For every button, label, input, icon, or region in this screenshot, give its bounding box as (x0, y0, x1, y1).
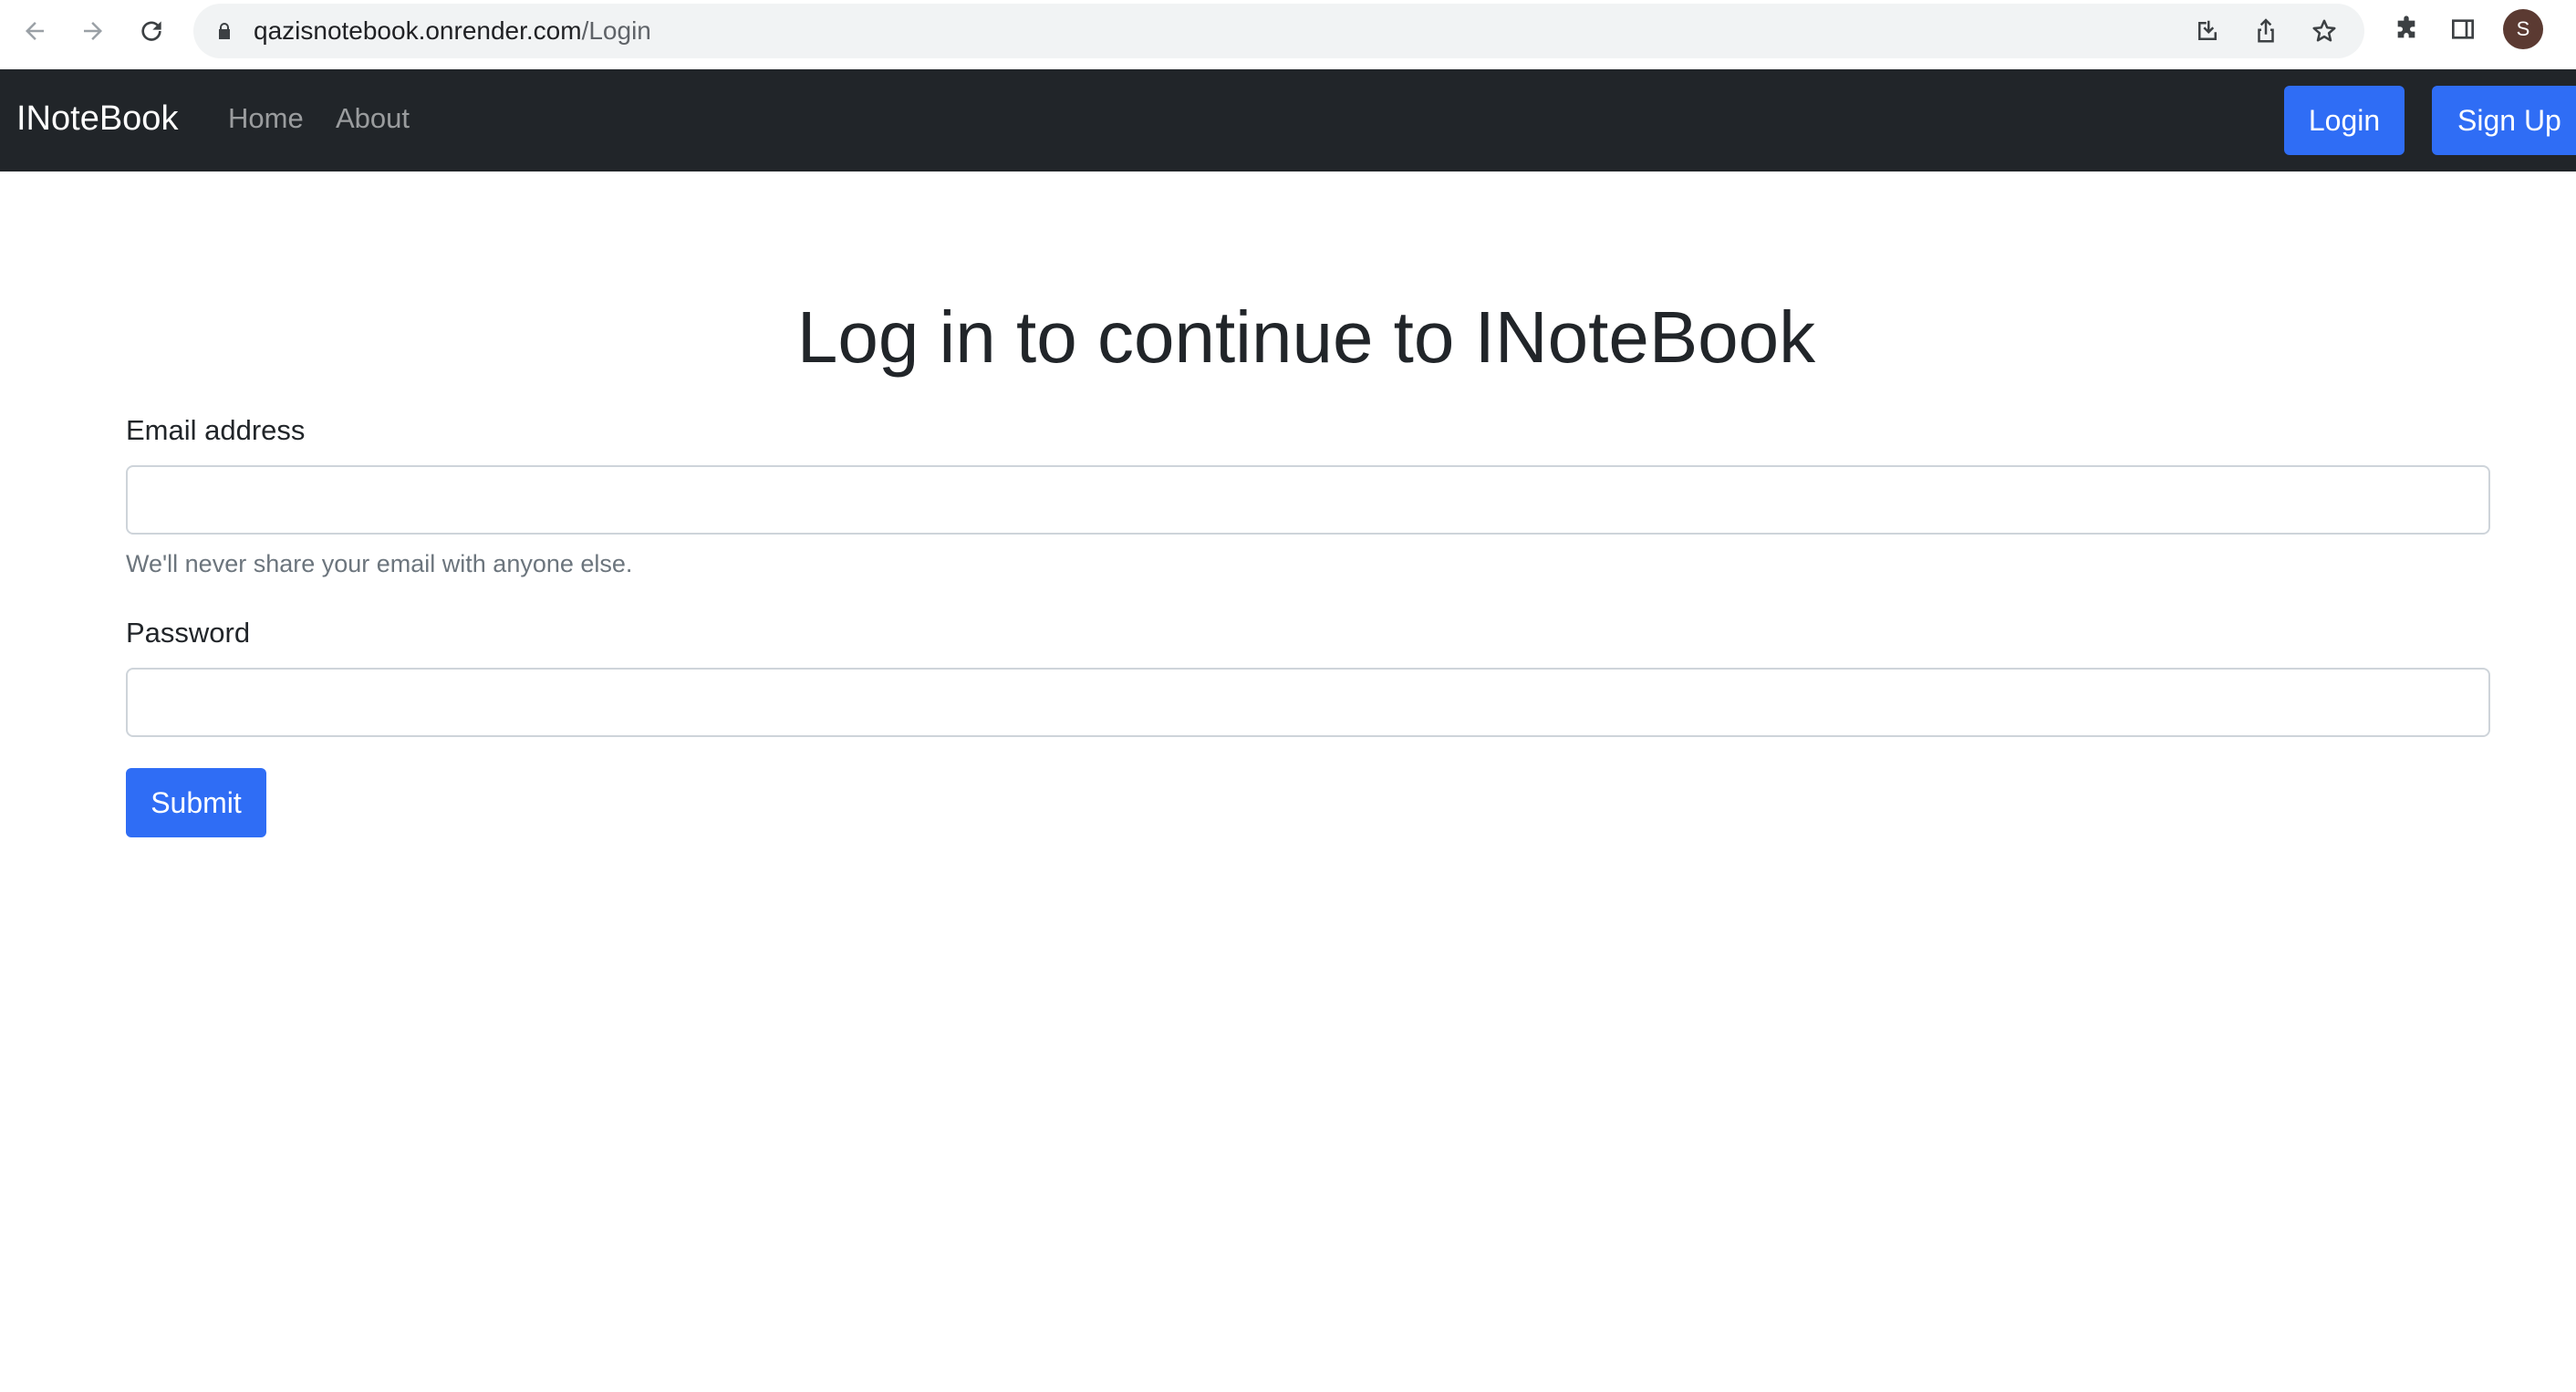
browser-toolbar: qazisnotebook.onrender.com/Login S (0, 0, 2576, 69)
email-field[interactable] (126, 465, 2490, 535)
star-icon[interactable] (2308, 15, 2341, 47)
email-label: Email address (126, 414, 306, 446)
signup-button[interactable]: Sign Up (2432, 86, 2576, 155)
side-panel-icon[interactable] (2445, 11, 2481, 47)
address-bar[interactable]: qazisnotebook.onrender.com/Login (193, 4, 2364, 58)
url-text: qazisnotebook.onrender.com/Login (254, 16, 651, 46)
nav-link-about[interactable]: About (336, 99, 410, 139)
nav-link-home[interactable]: Home (228, 99, 304, 139)
url-host: qazisnotebook.onrender.com (254, 16, 582, 45)
email-help-text: We'll never share your email with anyone… (126, 550, 633, 577)
reload-icon[interactable] (133, 13, 170, 49)
url-path: /Login (581, 16, 651, 45)
install-icon[interactable] (2191, 15, 2224, 47)
brand-link[interactable]: INoteBook (16, 97, 178, 140)
back-arrow-icon[interactable] (16, 13, 53, 49)
password-label: Password (126, 617, 251, 649)
forward-arrow-icon[interactable] (75, 13, 111, 49)
page-title: Log in to continue to INoteBook (796, 296, 1816, 378)
profile-avatar[interactable]: S (2503, 9, 2543, 49)
password-field[interactable] (126, 668, 2490, 737)
extensions-icon[interactable] (2388, 11, 2425, 47)
lock-icon[interactable] (213, 20, 235, 42)
share-icon[interactable] (2249, 15, 2282, 47)
submit-button[interactable]: Submit (126, 768, 266, 837)
login-button[interactable]: Login (2284, 86, 2405, 155)
site-navbar: INoteBook Home About Login Sign Up (0, 69, 2576, 171)
